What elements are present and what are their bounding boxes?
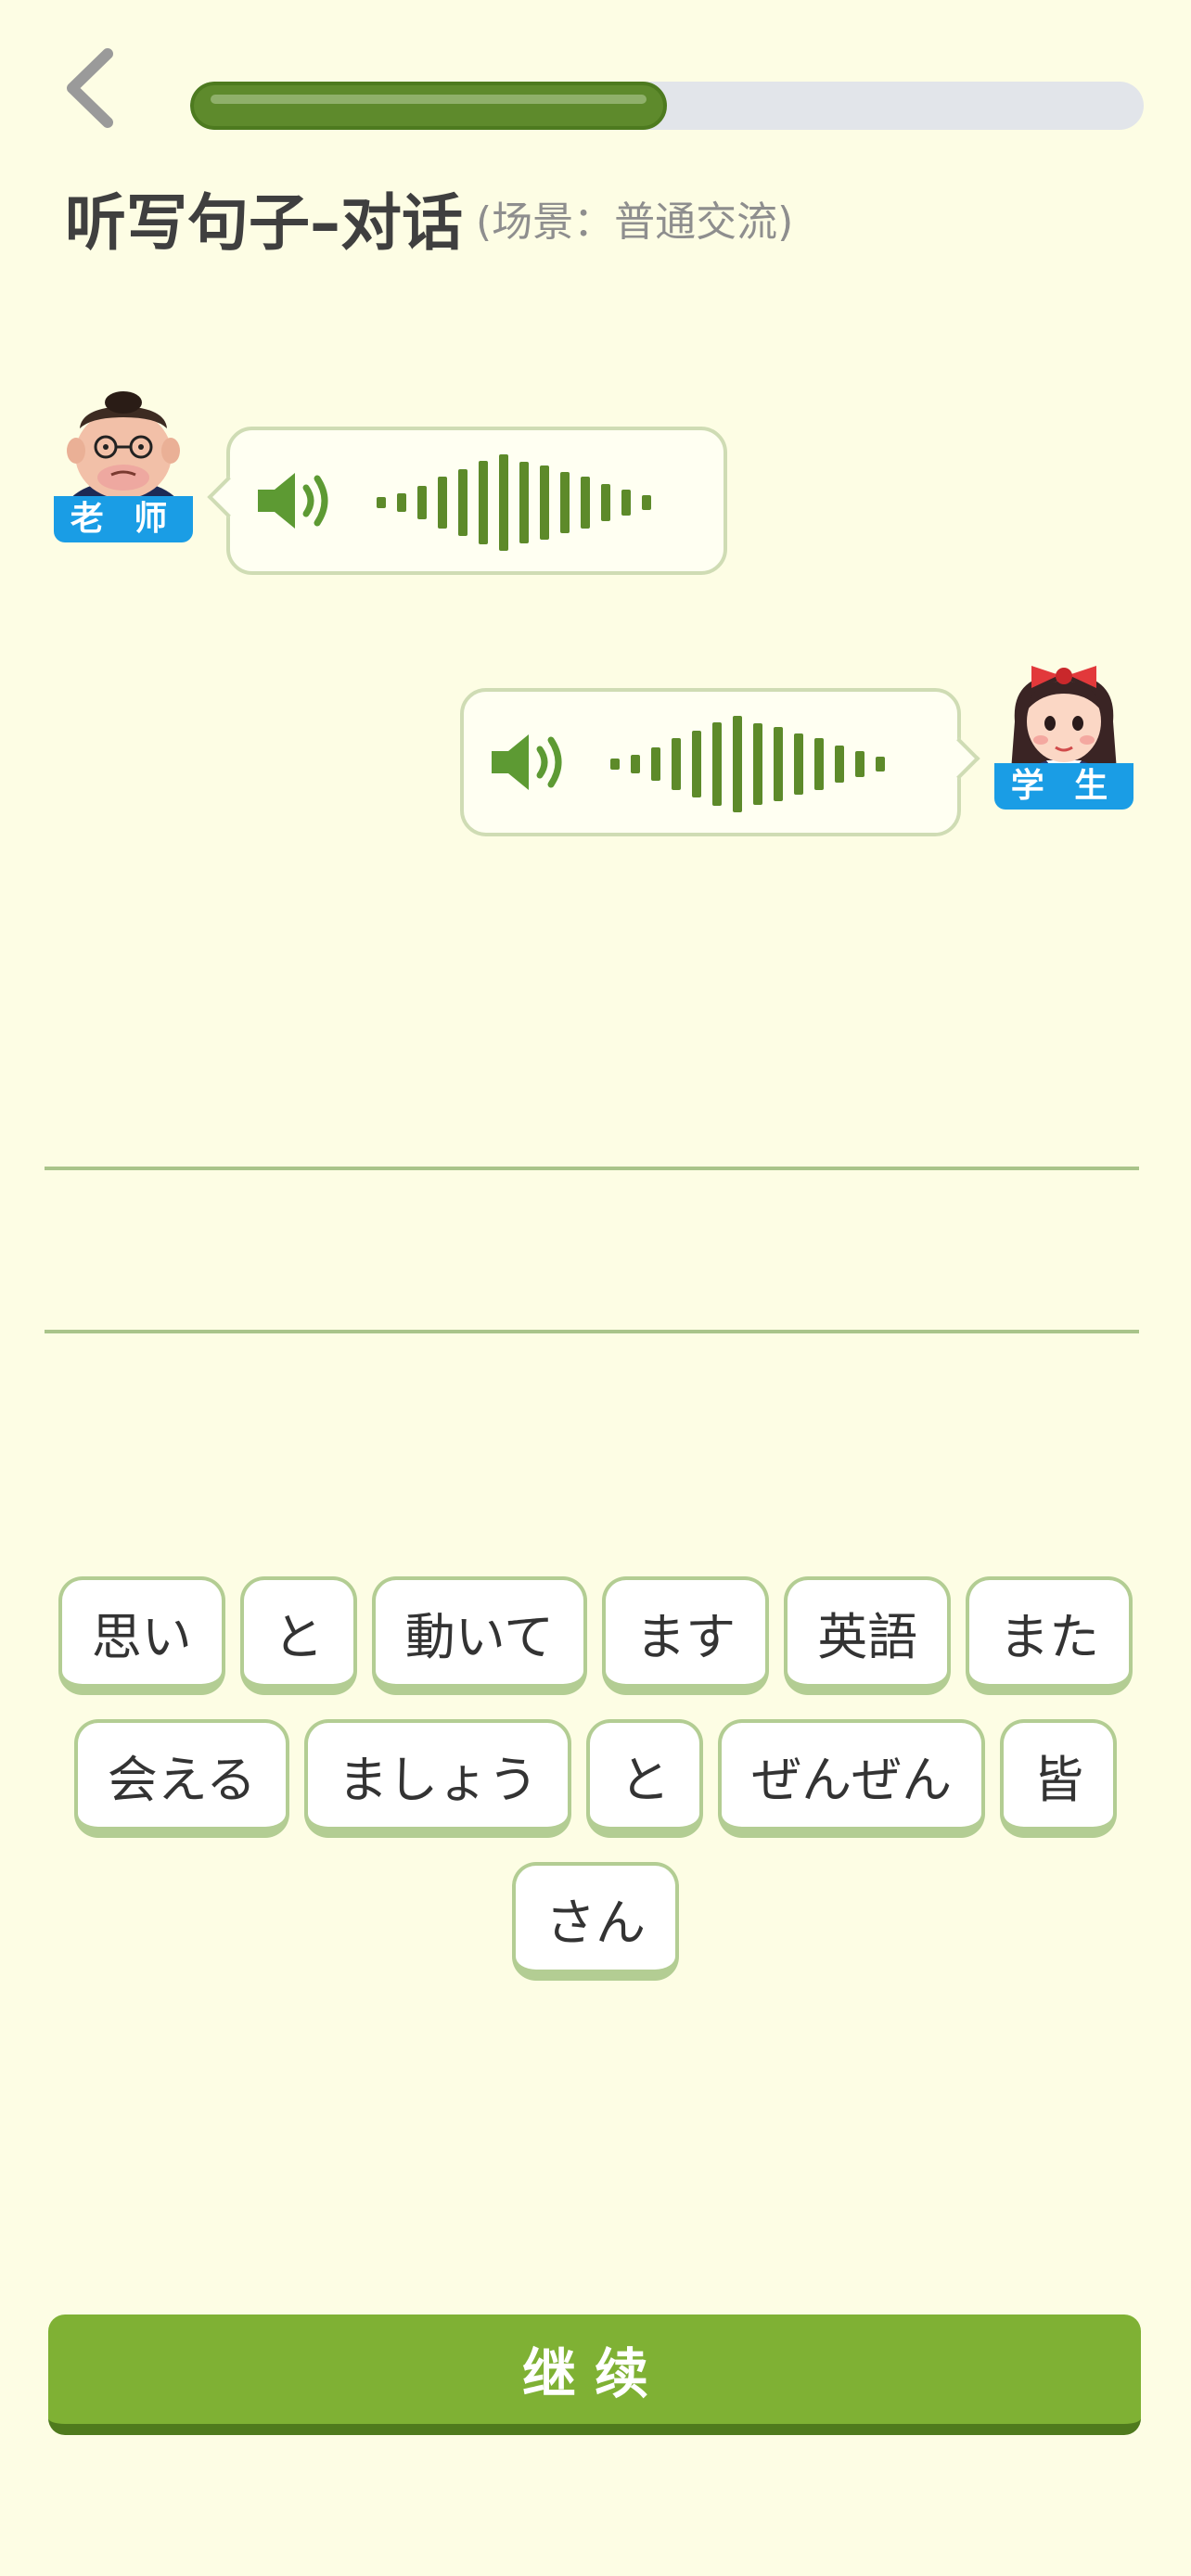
student-avatar: 学 生 (994, 657, 1133, 810)
answer-line (45, 1330, 1139, 1333)
student-label: 学 生 (994, 763, 1133, 810)
word-chip[interactable]: 会える (73, 1719, 290, 1838)
word-chip[interactable]: 思い (58, 1576, 225, 1695)
word-row: 思い と 動いて ます 英語 また (58, 1576, 1133, 1695)
word-chip[interactable]: ましょう (304, 1719, 572, 1838)
word-chip[interactable]: 皆 (1000, 1719, 1118, 1838)
teacher-audio-bubble[interactable] (207, 427, 727, 575)
page-title: 听写句子–对话 (65, 187, 463, 259)
speaker-icon (492, 734, 562, 790)
word-chip[interactable]: ます (602, 1576, 770, 1695)
audio-waveform-icon (377, 454, 651, 551)
student-audio-bubble[interactable] (460, 688, 980, 836)
scene-subtitle: (场景：普通交流) (476, 198, 794, 246)
teacher-label: 老 师 (54, 496, 193, 542)
word-bank: 思い と 動いて ます 英語 また 会える ましょう と ぜんぜん 皆 さん (58, 1576, 1133, 2005)
back-button[interactable] (59, 46, 124, 130)
word-chip[interactable]: 動いて (371, 1576, 588, 1695)
word-chip[interactable]: また (966, 1576, 1133, 1695)
word-chip[interactable]: と (586, 1719, 704, 1838)
speaker-icon (258, 473, 328, 529)
word-chip[interactable]: 英語 (784, 1576, 952, 1695)
word-chip[interactable]: ぜんぜん (718, 1719, 986, 1838)
word-chip[interactable]: さん (512, 1862, 679, 1981)
answer-line (45, 1167, 1139, 1170)
word-row: 会える ましょう と ぜんぜん 皆 (58, 1719, 1133, 1838)
word-row: さん (58, 1862, 1133, 1981)
audio-waveform-icon (610, 716, 885, 812)
progress-bar (190, 82, 1144, 130)
teacher-avatar: 老 师 (54, 389, 193, 542)
title-row: 听写句子–对话 (场景：普通交流) (65, 176, 793, 260)
chevron-left-icon (67, 48, 113, 128)
continue-button[interactable]: 继续 (48, 2315, 1141, 2435)
word-chip[interactable]: と (239, 1576, 357, 1695)
progress-fill (190, 82, 667, 130)
